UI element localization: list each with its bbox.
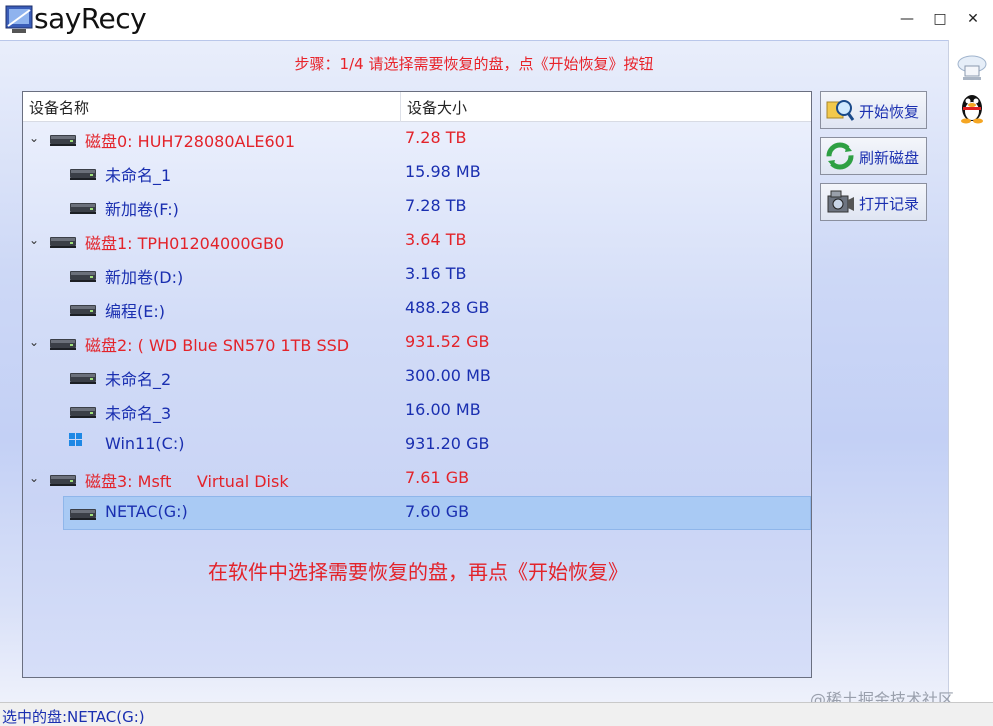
tree-row-partition[interactable]: Win11(C:) 931.20 GB: [23, 428, 811, 462]
window-title: sayRecy: [34, 2, 147, 35]
hard-drive-icon: [69, 268, 97, 282]
device-name: 磁盘1: TPH01204000GB0: [85, 234, 285, 253]
status-selected-disk: 选中的盘:NETAC(G:): [2, 708, 145, 726]
device-name: 编程(E:): [105, 302, 165, 321]
tree-header: 设备名称 设备大小: [23, 92, 811, 122]
qq-penguin-icon[interactable]: [955, 90, 989, 124]
column-header-name[interactable]: 设备名称: [29, 97, 89, 118]
close-button[interactable]: ✕: [958, 6, 988, 32]
device-name: 未命名_3: [105, 404, 172, 423]
chevron-down-icon[interactable]: ⌄: [27, 469, 41, 487]
device-size: 7.28 TB: [405, 128, 467, 147]
hard-drive-icon: [69, 200, 97, 214]
chevron-down-icon[interactable]: ⌄: [27, 231, 41, 249]
device-size: 16.00 MB: [405, 400, 481, 419]
hard-drive-icon: [69, 404, 97, 418]
device-size: 3.64 TB: [405, 230, 467, 249]
column-header-size[interactable]: 设备大小: [407, 97, 467, 118]
camera-icon: [825, 188, 855, 216]
hard-drive-icon: [69, 506, 97, 520]
tree-row-disk[interactable]: ⌄ 磁盘1: TPH01204000GB0 3.64 TB: [23, 224, 811, 258]
device-name: NETAC(G:): [105, 502, 188, 521]
status-bar: 选中的盘:NETAC(G:): [0, 702, 993, 726]
magnifier-icon: [825, 96, 855, 124]
device-size: 3.16 TB: [405, 264, 467, 283]
device-name: 磁盘0: HUH728080ALE601: [85, 132, 296, 151]
device-name: 未命名_2: [105, 370, 172, 389]
tree-row-disk[interactable]: ⌄ 磁盘3: Msft Virtual Disk 7.61 GB: [23, 462, 811, 496]
tree-row-disk[interactable]: ⌄ 磁盘2: ( WD Blue SN570 1TB SSD 931.52 GB: [23, 326, 811, 360]
chevron-down-icon[interactable]: ⌄: [27, 129, 41, 147]
hard-drive-icon: [49, 336, 77, 350]
hard-drive-icon: [69, 166, 97, 180]
device-size: 300.00 MB: [405, 366, 491, 385]
device-size: 15.98 MB: [405, 162, 481, 181]
open-log-button[interactable]: 打开记录: [820, 183, 927, 221]
step-instruction: 步骤：1/4 请选择需要恢复的盘，点《开始恢复》按钮: [294, 55, 654, 73]
maximize-button[interactable]: □: [925, 6, 955, 32]
device-name: 新加卷(D:): [105, 268, 184, 287]
refresh-disk-button[interactable]: 刷新磁盘: [820, 137, 927, 175]
device-size: 7.28 TB: [405, 196, 467, 215]
side-strip: [948, 40, 993, 702]
device-name: 新加卷(F:): [105, 200, 179, 219]
tree-row-partition[interactable]: 未命名_2 300.00 MB: [23, 360, 811, 394]
tree-row-partition[interactable]: 未命名_1 15.98 MB: [23, 156, 811, 190]
hard-drive-icon: [49, 234, 77, 248]
device-size: 931.20 GB: [405, 434, 490, 453]
device-tree[interactable]: 设备名称 设备大小 ⌄ 磁盘0: HUH728080ALE601 7.28 TB 未命…: [22, 91, 812, 678]
title-bar: sayRecy — □ ✕: [0, 0, 993, 40]
device-name: 磁盘3: Msft Virtual Disk: [85, 472, 289, 491]
cloud-computer-icon[interactable]: [955, 50, 989, 84]
hard-drive-icon: [69, 302, 97, 316]
start-recovery-button[interactable]: 开始恢复: [820, 91, 927, 129]
device-name: 未命名_1: [105, 166, 172, 185]
hint-text: 在软件中选择需要恢复的盘，再点《开始恢复》: [208, 560, 628, 584]
refresh-icon: [825, 142, 855, 170]
device-size: 7.61 GB: [405, 468, 470, 487]
device-name: 磁盘2: ( WD Blue SN570 1TB SSD: [85, 336, 350, 355]
windows-icon: [69, 432, 97, 446]
tree-row-partition[interactable]: 新加卷(D:) 3.16 TB: [23, 258, 811, 292]
tree-row-partition[interactable]: 编程(E:) 488.28 GB: [23, 292, 811, 326]
open-log-label: 打开记录: [859, 195, 920, 213]
app-logo-icon: [4, 4, 34, 36]
hard-drive-icon: [69, 370, 97, 384]
hard-drive-icon: [49, 132, 77, 146]
tree-row-partition[interactable]: 未命名_3 16.00 MB: [23, 394, 811, 428]
column-divider[interactable]: [400, 92, 401, 122]
device-size: 488.28 GB: [405, 298, 490, 317]
chevron-down-icon[interactable]: ⌄: [27, 333, 41, 351]
minimize-button[interactable]: —: [892, 6, 922, 32]
tree-row-disk[interactable]: ⌄ 磁盘0: HUH728080ALE601 7.28 TB: [23, 122, 811, 156]
tree-row-partition[interactable]: 新加卷(F:) 7.28 TB: [23, 190, 811, 224]
tree-row-partition[interactable]: NETAC(G:) 7.60 GB: [23, 496, 811, 530]
hard-drive-icon: [49, 472, 77, 486]
device-size: 7.60 GB: [405, 502, 470, 521]
device-name: Win11(C:): [105, 434, 185, 453]
start-recovery-label: 开始恢复: [859, 103, 920, 121]
device-size: 931.52 GB: [405, 332, 490, 351]
refresh-disk-label: 刷新磁盘: [859, 149, 920, 167]
main-panel: 步骤：1/4 请选择需要恢复的盘，点《开始恢复》按钮 设备名称 设备大小 ⌄ 磁盘…: [0, 40, 948, 702]
